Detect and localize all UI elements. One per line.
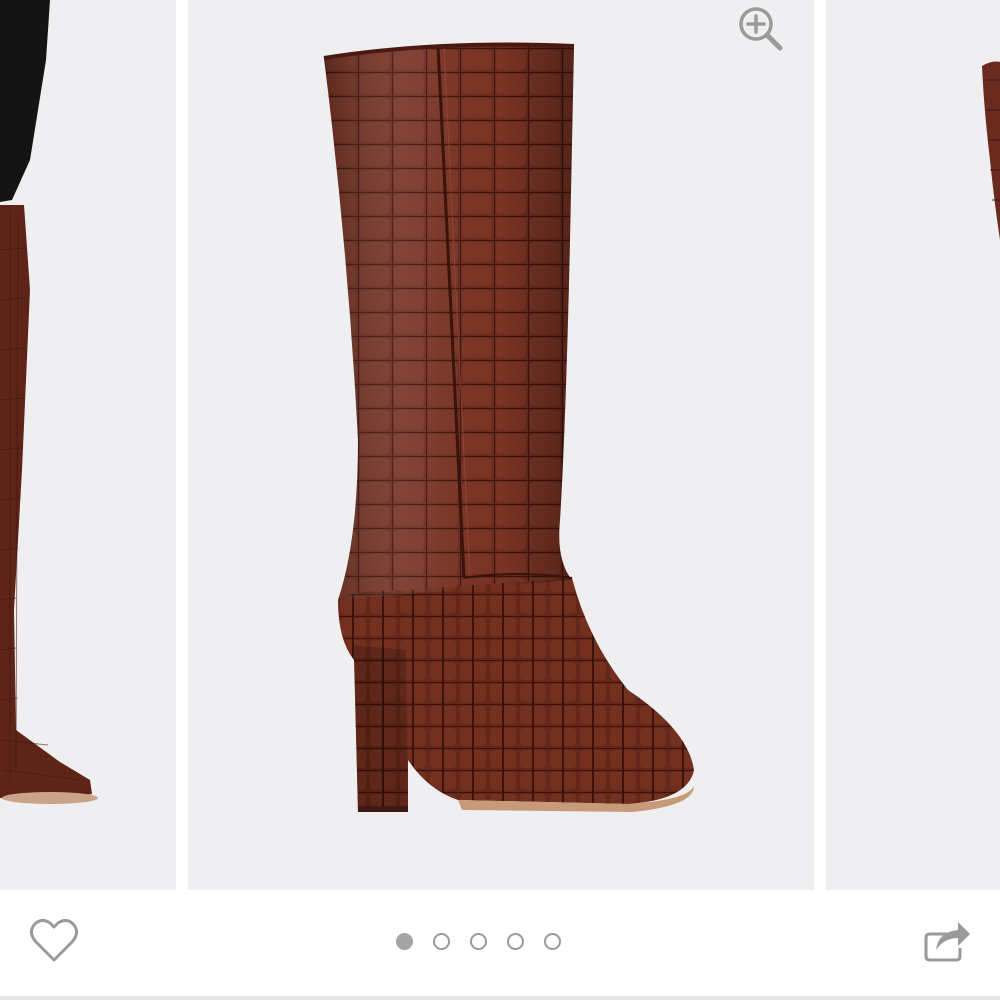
pagination-dot[interactable] [433, 933, 450, 950]
carousel-slide-next[interactable] [826, 0, 1000, 890]
toolbar-bottom-border [0, 996, 1000, 1000]
pagination-dot[interactable] [470, 933, 487, 950]
carousel-slide-current[interactable] [188, 0, 814, 890]
heart-outline-icon [29, 918, 79, 962]
boot-alternate-view-image [982, 61, 1000, 240]
zoom-button[interactable] [736, 4, 786, 54]
gallery-toolbar [0, 890, 1000, 1000]
pagination-dot[interactable] [396, 933, 413, 950]
carousel-slide-previous[interactable] [0, 0, 176, 890]
share-button[interactable] [918, 914, 974, 964]
share-arrow-icon [924, 922, 970, 962]
favorite-button[interactable] [26, 916, 82, 966]
boot-on-model-image [0, 0, 98, 804]
pagination-dot[interactable] [507, 933, 524, 950]
pagination-dot[interactable] [544, 933, 561, 950]
carousel-pagination [396, 933, 561, 950]
product-image-carousel[interactable] [0, 0, 1000, 890]
zoom-in-icon [739, 7, 783, 51]
croc-knee-high-boot-image [323, 42, 694, 812]
